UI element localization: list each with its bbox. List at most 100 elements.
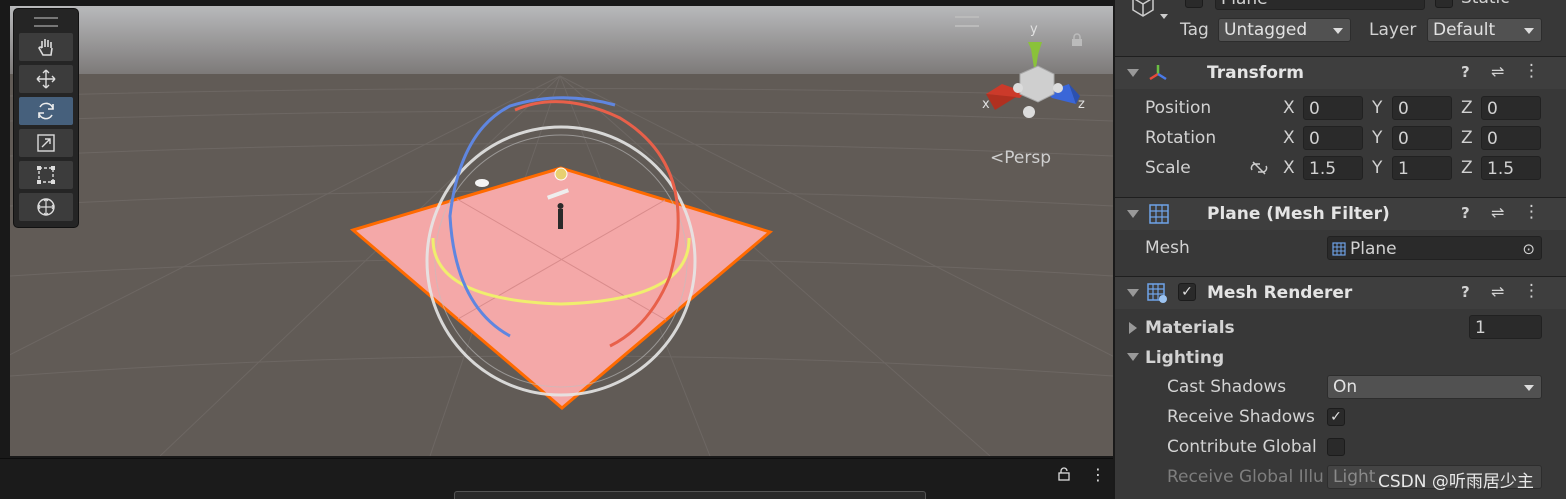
foldout-arrow-icon[interactable] xyxy=(1127,289,1139,297)
transform-tool-button[interactable] xyxy=(19,193,73,221)
transform-title: Transform xyxy=(1207,63,1304,83)
rotation-label: Rotation xyxy=(1145,128,1217,148)
static-label: Static xyxy=(1461,0,1510,8)
mesh-renderer-header[interactable]: ✓ Mesh Renderer ? ⇌ ⋮ xyxy=(1115,276,1566,309)
mesh-label: Mesh xyxy=(1145,238,1190,258)
cast-shadows-label: Cast Shadows xyxy=(1167,377,1287,397)
perspective-toggle[interactable]: <Persp xyxy=(990,148,1051,168)
mesh-renderer-enabled-checkbox[interactable]: ✓ xyxy=(1178,283,1196,301)
help-icon[interactable]: ? xyxy=(1461,63,1470,81)
scale-y-label: Y xyxy=(1372,158,1383,178)
layer-dropdown[interactable]: Default xyxy=(1427,18,1542,42)
receive-shadows-label: Receive Shadows xyxy=(1167,407,1315,427)
rotation-x-field[interactable]: 0 xyxy=(1303,126,1363,150)
axis-x-label: x xyxy=(982,97,990,112)
contribute-gi-checkbox[interactable] xyxy=(1327,438,1345,456)
position-z-label: Z xyxy=(1461,98,1473,118)
lock-icon[interactable] xyxy=(1071,33,1083,47)
scale-icon xyxy=(37,134,55,152)
perspective-label: Persp xyxy=(1004,148,1051,168)
transform-header[interactable]: Transform ? ⇌ ⋮ xyxy=(1115,56,1566,89)
scale-x-field[interactable]: 1.5 xyxy=(1303,156,1363,180)
mesh-icon xyxy=(1332,242,1346,256)
help-icon[interactable]: ? xyxy=(1461,283,1470,301)
mesh-renderer-title: Mesh Renderer xyxy=(1207,283,1353,303)
name-field[interactable]: Plane xyxy=(1215,0,1425,10)
icon-dropdown-arrow-icon[interactable] xyxy=(1160,14,1168,19)
rotate-tool-button[interactable] xyxy=(19,97,73,125)
console-search-field[interactable] xyxy=(454,491,926,499)
presets-icon[interactable]: ⇌ xyxy=(1491,62,1504,81)
scale-z-field[interactable]: 1.5 xyxy=(1481,156,1541,180)
more-options-icon[interactable]: ⋮ xyxy=(1090,465,1106,484)
lighting-label: Lighting xyxy=(1145,348,1225,368)
palette-grip-icon[interactable] xyxy=(34,17,58,27)
chevron-down-icon xyxy=(1524,28,1534,34)
mesh-renderer-icon xyxy=(1147,283,1167,303)
position-z-field[interactable]: 0 xyxy=(1481,96,1541,120)
presets-icon[interactable]: ⇌ xyxy=(1491,203,1504,222)
transform-icon xyxy=(37,198,55,216)
inspector-panel: Plane Static Tag Untagged Layer Default … xyxy=(1113,0,1566,499)
scene-viewport[interactable] xyxy=(10,6,1113,456)
position-label: Position xyxy=(1145,98,1212,118)
contribute-gi-label: Contribute Global xyxy=(1167,437,1317,457)
axis-y-label: y xyxy=(1030,22,1038,37)
transform-icon xyxy=(1149,65,1167,81)
cast-shadows-dropdown[interactable]: On xyxy=(1327,375,1542,399)
hand-icon xyxy=(38,39,53,56)
constrain-proportions-icon[interactable] xyxy=(1249,160,1269,176)
lock-icon[interactable] xyxy=(1058,467,1070,481)
scale-label: Scale xyxy=(1145,158,1191,178)
scale-tool-button[interactable] xyxy=(19,129,73,157)
mesh-value: Plane xyxy=(1350,239,1397,259)
position-y-field[interactable]: 0 xyxy=(1392,96,1452,120)
bottom-panel: ⋮ xyxy=(0,458,1113,499)
tag-value: Untagged xyxy=(1224,20,1308,40)
mesh-filter-header[interactable]: Plane (Mesh Filter) ? ⇌ ⋮ xyxy=(1115,197,1566,230)
position-x-field[interactable]: 0 xyxy=(1303,96,1363,120)
rotate-icon xyxy=(38,102,54,120)
more-options-icon[interactable]: ⋮ xyxy=(1523,281,1540,301)
presets-icon[interactable]: ⇌ xyxy=(1491,282,1504,301)
chevron-down-icon xyxy=(1524,385,1534,391)
object-picker-icon[interactable]: ⊙ xyxy=(1522,237,1535,259)
receive-gi-label: Receive Global Illu xyxy=(1167,467,1324,487)
more-options-icon[interactable]: ⋮ xyxy=(1523,61,1540,81)
gizmo-menu-icon[interactable] xyxy=(955,16,979,27)
move-icon xyxy=(36,69,56,89)
move-tool-button[interactable] xyxy=(19,65,73,93)
layer-label: Layer xyxy=(1369,20,1417,40)
receive-shadows-checkbox[interactable]: ✓ xyxy=(1327,408,1345,426)
rect-tool-button[interactable] xyxy=(19,161,73,189)
materials-label: Materials xyxy=(1145,318,1235,338)
light-icon xyxy=(554,167,568,181)
position-y-label: Y xyxy=(1372,98,1383,118)
help-icon[interactable]: ? xyxy=(1461,204,1470,222)
gameobject-cube-icon xyxy=(1132,0,1154,17)
rotation-y-label: Y xyxy=(1372,128,1383,148)
rect-transform-icon xyxy=(37,166,55,184)
scale-y-field[interactable]: 1 xyxy=(1392,156,1452,180)
player-figure xyxy=(557,203,564,229)
more-options-icon[interactable]: ⋮ xyxy=(1523,202,1540,222)
rotation-y-field[interactable]: 0 xyxy=(1392,126,1452,150)
scene-view[interactable]: y x z <Persp ⋮ xyxy=(0,0,1113,499)
hand-tool-button[interactable] xyxy=(19,33,73,61)
lighting-foldout-icon[interactable] xyxy=(1127,353,1139,361)
materials-count-field[interactable]: 1 xyxy=(1469,315,1542,339)
scale-x-label: X xyxy=(1283,158,1295,178)
chevron-down-icon xyxy=(1333,28,1343,34)
mesh-filter-icon xyxy=(1149,204,1169,224)
rotation-z-field[interactable]: 0 xyxy=(1481,126,1541,150)
mesh-object-field[interactable]: Plane ⊙ xyxy=(1327,236,1542,260)
axis-z-label: z xyxy=(1078,97,1085,112)
foldout-arrow-icon[interactable] xyxy=(1127,69,1139,77)
static-checkbox[interactable] xyxy=(1435,0,1453,8)
foldout-arrow-icon[interactable] xyxy=(1127,210,1139,218)
position-x-label: X xyxy=(1283,98,1295,118)
active-checkbox[interactable] xyxy=(1185,0,1203,8)
rotation-z-label: Z xyxy=(1461,128,1473,148)
tag-dropdown[interactable]: Untagged xyxy=(1218,18,1351,42)
materials-foldout-icon[interactable] xyxy=(1129,322,1137,334)
